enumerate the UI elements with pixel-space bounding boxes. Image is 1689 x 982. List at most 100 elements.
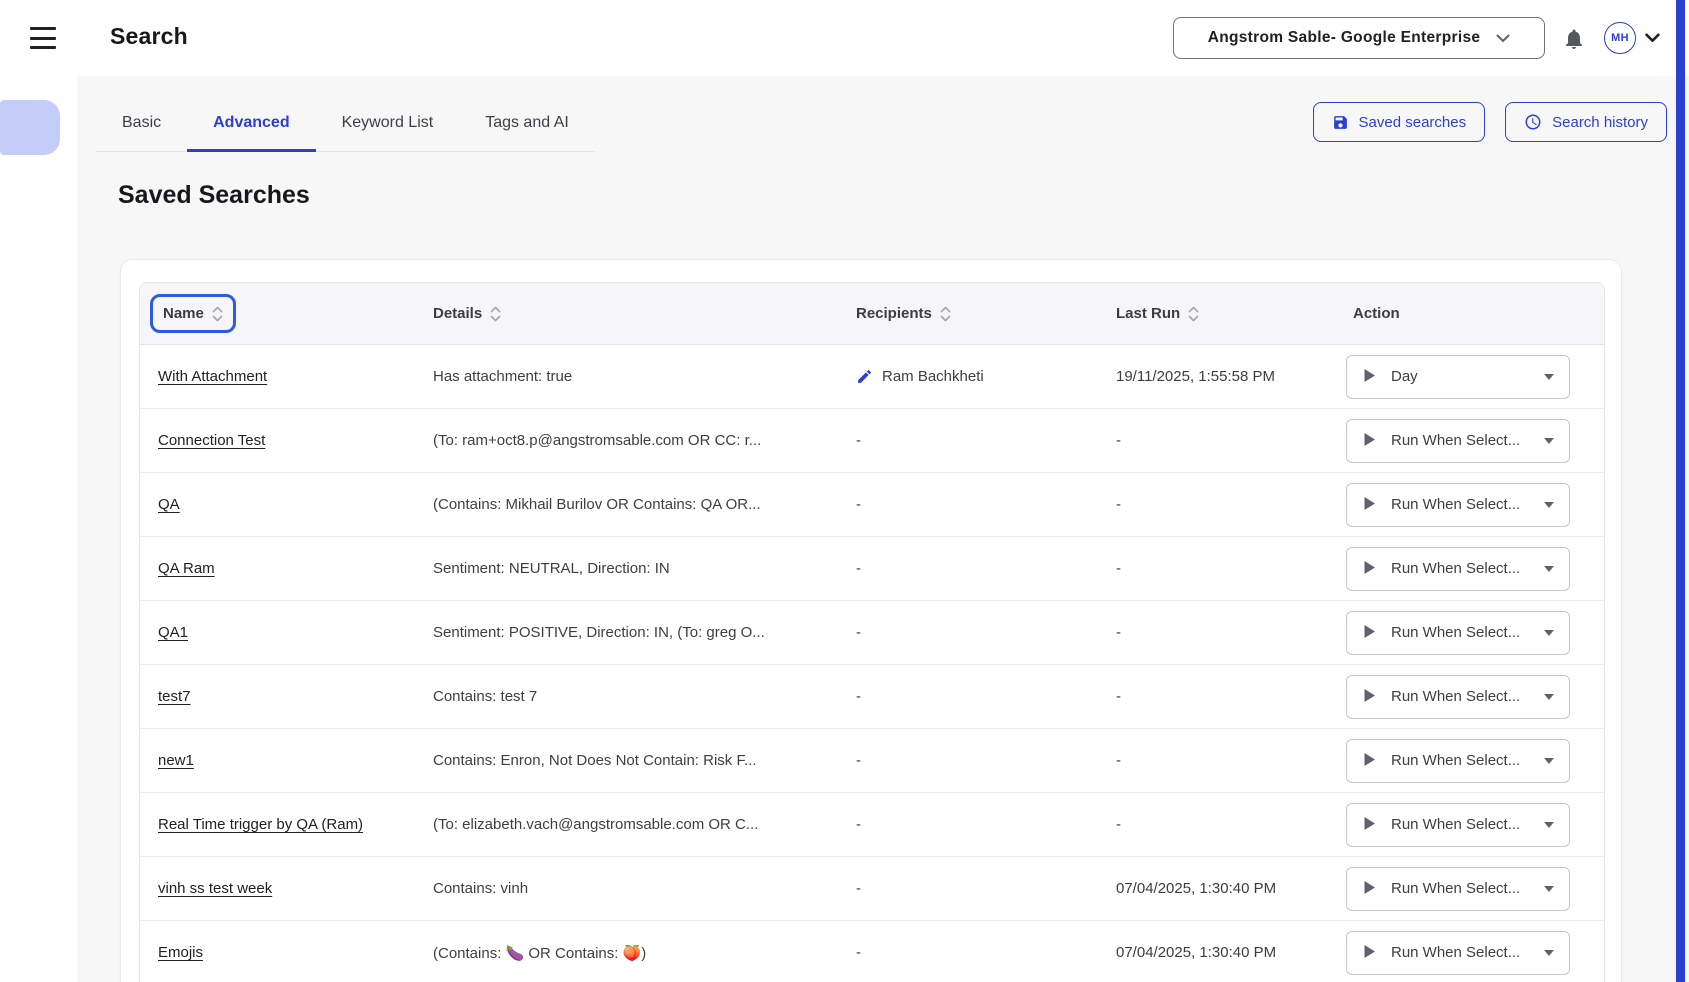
- tab-tags-and-ai[interactable]: Tags and AI: [459, 96, 595, 152]
- run-action-dropdown[interactable]: Run When Select...: [1346, 611, 1570, 655]
- play-icon[interactable]: [1363, 496, 1376, 514]
- sort-icon[interactable]: [1188, 306, 1199, 322]
- dropdown-caret-icon[interactable]: [1543, 433, 1555, 448]
- saved-search-details: Contains: Enron, Not Does Not Contain: R…: [431, 752, 846, 769]
- recipients-text: Ram Bachkheti: [882, 368, 984, 385]
- saved-search-name-link[interactable]: Emojis: [158, 944, 203, 961]
- play-icon[interactable]: [1363, 752, 1376, 770]
- sort-icon[interactable]: [212, 306, 223, 322]
- action-cell: Run When Select...: [1326, 675, 1605, 719]
- tab-keyword-list[interactable]: Keyword List: [316, 96, 460, 152]
- action-cell: Run When Select...: [1326, 419, 1605, 463]
- saved-search-name-cell: Connection Test: [140, 432, 431, 449]
- run-action-dropdown[interactable]: Run When Select...: [1346, 867, 1570, 911]
- play-icon[interactable]: [1363, 880, 1376, 898]
- sort-icon[interactable]: [940, 306, 951, 322]
- dropdown-caret-icon[interactable]: [1543, 561, 1555, 576]
- sidebar-active-item[interactable]: [0, 100, 60, 155]
- dropdown-caret-icon[interactable]: [1543, 881, 1555, 896]
- run-action-dropdown[interactable]: Run When Select...: [1346, 739, 1570, 783]
- saved-search-name-link[interactable]: vinh ss test week: [158, 880, 272, 897]
- saved-search-recipients: -: [846, 624, 1091, 641]
- dropdown-caret-icon[interactable]: [1543, 689, 1555, 704]
- run-action-dropdown[interactable]: Day: [1346, 355, 1570, 399]
- user-avatar[interactable]: MH: [1604, 22, 1636, 54]
- column-header: Action: [1326, 305, 1605, 322]
- play-icon[interactable]: [1363, 560, 1376, 578]
- saved-search-name-link[interactable]: QA Ram: [158, 560, 215, 577]
- saved-search-details: (To: ram+oct8.p@angstromsable.com OR CC:…: [431, 432, 846, 449]
- column-header-label: Recipients: [856, 305, 932, 322]
- run-action-label: Run When Select...: [1391, 944, 1520, 961]
- column-header-sort-control[interactable]: Action: [1353, 305, 1400, 322]
- table-row: test7 Contains: test 7 - - Run When Sele…: [140, 665, 1604, 729]
- dropdown-caret-icon[interactable]: [1543, 497, 1555, 512]
- recipients-text: -: [856, 688, 861, 705]
- column-header-sort-control[interactable]: Last Run: [1116, 305, 1199, 322]
- run-action-dropdown[interactable]: Run When Select...: [1346, 483, 1570, 527]
- saved-search-name-link[interactable]: QA: [158, 496, 180, 513]
- last-run-timestamp: -: [1091, 624, 1326, 641]
- dropdown-caret-icon[interactable]: [1543, 753, 1555, 768]
- run-action-dropdown[interactable]: Run When Select...: [1346, 419, 1570, 463]
- dropdown-caret-icon[interactable]: [1543, 817, 1555, 832]
- recipients-text: -: [856, 944, 861, 961]
- saved-search-name-link[interactable]: With Attachment: [158, 368, 267, 385]
- saved-search-name-link[interactable]: test7: [158, 688, 191, 705]
- saved-search-recipients: Ram Bachkheti: [846, 368, 1091, 385]
- action-cell: Run When Select...: [1326, 611, 1605, 655]
- edit-pencil-icon[interactable]: [856, 368, 873, 385]
- saved-search-name-cell: Real Time trigger by QA (Ram): [140, 816, 431, 833]
- section-heading: Saved Searches: [118, 181, 310, 210]
- saved-search-name-cell: With Attachment: [140, 368, 431, 385]
- table-row: new1 Contains: Enron, Not Does Not Conta…: [140, 729, 1604, 793]
- run-action-label: Run When Select...: [1391, 432, 1520, 449]
- saved-search-details: Contains: test 7: [431, 688, 846, 705]
- run-action-dropdown[interactable]: Run When Select...: [1346, 675, 1570, 719]
- saved-searches-card: Name Details Recipients Last Run: [120, 259, 1622, 982]
- search-history-label: Search history: [1552, 114, 1648, 131]
- run-action-dropdown[interactable]: Run When Select...: [1346, 547, 1570, 591]
- tab-basic[interactable]: Basic: [96, 96, 187, 152]
- last-run-timestamp: -: [1091, 816, 1326, 833]
- notifications-bell-icon[interactable]: [1560, 26, 1588, 52]
- last-run-timestamp: -: [1091, 752, 1326, 769]
- table-body: With Attachment Has attachment: true Ram…: [140, 345, 1604, 982]
- play-icon[interactable]: [1363, 688, 1376, 706]
- search-history-button[interactable]: Search history: [1505, 102, 1667, 142]
- vertical-scrollbar[interactable]: [1676, 0, 1685, 982]
- saved-search-details: Sentiment: NEUTRAL, Direction: IN: [431, 560, 846, 577]
- dropdown-caret-icon[interactable]: [1543, 945, 1555, 960]
- recipients-text: -: [856, 816, 861, 833]
- tab-advanced[interactable]: Advanced: [187, 96, 315, 152]
- column-header-sort-control[interactable]: Name: [150, 294, 236, 333]
- run-action-dropdown[interactable]: Run When Select...: [1346, 931, 1570, 975]
- column-header-sort-control[interactable]: Recipients: [856, 305, 951, 322]
- play-icon[interactable]: [1363, 368, 1376, 386]
- saved-search-name-link[interactable]: Connection Test: [158, 432, 265, 449]
- saved-search-name-link[interactable]: new1: [158, 752, 194, 769]
- menu-icon[interactable]: [30, 27, 56, 49]
- column-header-sort-control[interactable]: Details: [433, 305, 501, 322]
- play-icon[interactable]: [1363, 944, 1376, 962]
- play-icon[interactable]: [1363, 432, 1376, 450]
- play-icon[interactable]: [1363, 816, 1376, 834]
- organization-selector[interactable]: Angstrom Sable- Google Enterprise: [1173, 17, 1545, 59]
- run-action-label: Run When Select...: [1391, 752, 1520, 769]
- saved-search-name-link[interactable]: Real Time trigger by QA (Ram): [158, 816, 363, 833]
- save-icon: [1332, 114, 1349, 131]
- run-action-dropdown[interactable]: Run When Select...: [1346, 803, 1570, 847]
- dropdown-caret-icon[interactable]: [1543, 369, 1555, 384]
- top-app-bar: Search Angstrom Sable- Google Enterprise…: [0, 0, 1689, 76]
- saved-search-name-cell: Emojis: [140, 944, 431, 961]
- left-sidebar: [0, 76, 77, 982]
- play-icon[interactable]: [1363, 624, 1376, 642]
- saved-search-details: Contains: vinh: [431, 880, 846, 897]
- saved-search-name-cell: QA: [140, 496, 431, 513]
- dropdown-caret-icon[interactable]: [1543, 625, 1555, 640]
- saved-search-name-link[interactable]: QA1: [158, 624, 188, 641]
- saved-searches-button[interactable]: Saved searches: [1313, 102, 1486, 142]
- sort-icon[interactable]: [490, 306, 501, 322]
- chevron-down-icon: [1496, 34, 1510, 43]
- user-menu-chevron-icon[interactable]: [1643, 30, 1661, 46]
